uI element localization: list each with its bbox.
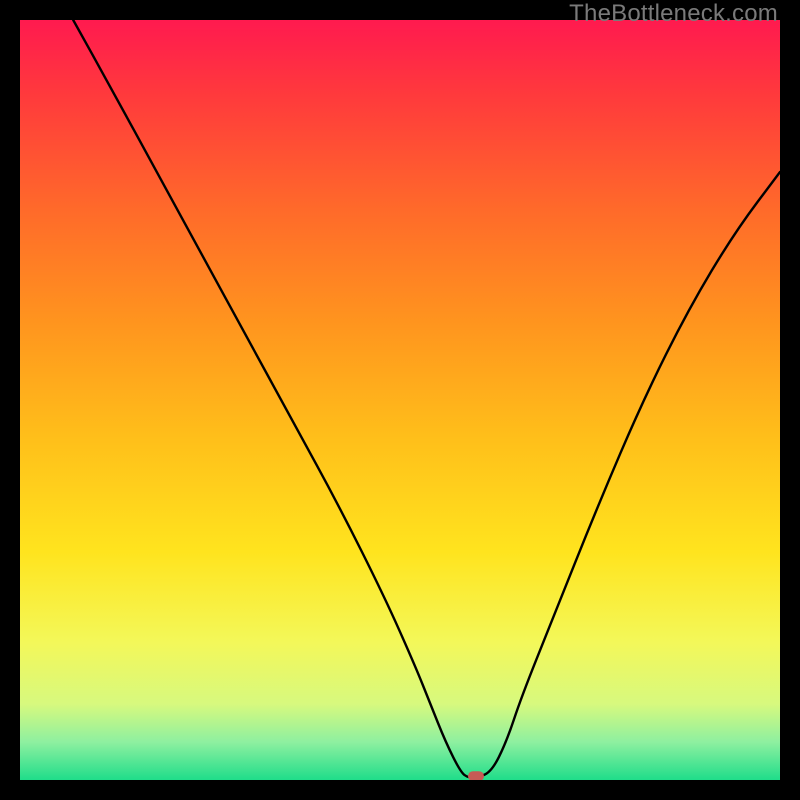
gradient-background	[20, 20, 780, 780]
bottleneck-chart	[20, 20, 780, 780]
chart-frame: TheBottleneck.com	[0, 0, 800, 800]
optimal-point-marker	[468, 771, 484, 780]
watermark-text: TheBottleneck.com	[569, 0, 778, 28]
